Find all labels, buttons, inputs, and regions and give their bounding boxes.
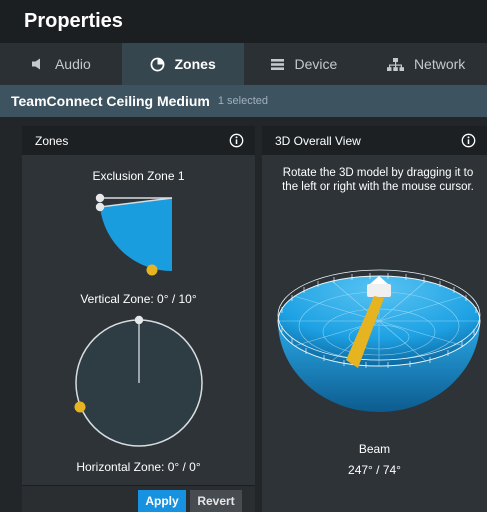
zones-panel-title: Zones (35, 133, 69, 148)
tab-audio[interactable]: Audio (0, 43, 122, 85)
speaker-icon (31, 58, 40, 70)
zones-panel: Zones Exclusion Zone 1 Vertical Zone: 0°… (22, 126, 255, 512)
window-title: Properties (0, 0, 487, 43)
exclusion-zone-title: Exclusion Zone 1 (92, 169, 185, 183)
view3d-panel-title: 3D Overall View (275, 133, 361, 148)
vertical-handle-top[interactable] (95, 193, 105, 203)
revert-button[interactable]: Revert (190, 490, 242, 512)
tab-bar: Audio Zones Device Network (0, 43, 487, 85)
vertical-zone-label: Vertical Zone: 0° / 10° (80, 292, 197, 306)
3d-model-view[interactable] (274, 266, 484, 416)
tab-zones-label: Zones (174, 56, 216, 72)
tab-device-label: Device (294, 56, 338, 72)
zones-icon (150, 57, 164, 71)
tab-network[interactable]: Network (365, 43, 487, 85)
apply-button[interactable]: Apply (138, 490, 186, 512)
tab-zones[interactable]: Zones (121, 43, 244, 85)
info-icon[interactable] (461, 133, 476, 148)
tab-network-label: Network (413, 56, 466, 72)
tab-audio-label: Audio (54, 56, 91, 72)
view3d-panel-header: 3D Overall View (262, 126, 487, 155)
beam-value: 247° / 74° (348, 463, 401, 477)
horizontal-handle-top[interactable] (134, 315, 144, 325)
info-icon[interactable] (229, 133, 244, 148)
horizontal-zone-editor[interactable] (70, 314, 210, 454)
view3d-panel: 3D Overall View Rotate the 3D model by d… (262, 126, 487, 512)
device-name: TeamConnect Ceiling Medium (11, 93, 210, 109)
vertical-handle-angle[interactable] (95, 202, 105, 212)
tab-device[interactable]: Device (244, 43, 366, 85)
zones-footer: Apply Revert (22, 485, 255, 512)
device-icon (271, 58, 285, 70)
device-header: TeamConnect Ceiling Medium 1 selected (0, 85, 487, 117)
horizontal-handle-side[interactable] (74, 401, 86, 413)
zones-panel-header: Zones (22, 126, 255, 155)
beam-title: Beam (358, 442, 391, 456)
vertical-handle-end[interactable] (146, 264, 158, 276)
horizontal-zone-label: Horizontal Zone: 0° / 0° (76, 460, 201, 474)
selection-count: 1 selected (217, 95, 269, 107)
rotate-hint: Rotate the 3D model by dragging it to th… (282, 167, 474, 193)
vertical-zone-editor[interactable] (90, 191, 180, 277)
vertical-zone-sector (100, 198, 172, 272)
network-icon (386, 57, 404, 71)
